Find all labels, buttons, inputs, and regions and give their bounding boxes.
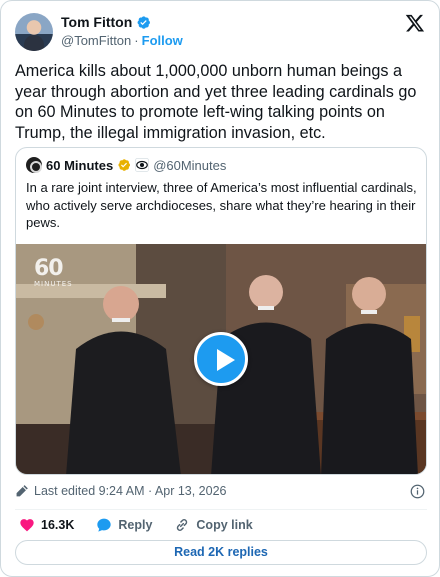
author-handle[interactable]: @TomFitton <box>61 33 131 48</box>
heart-icon <box>20 519 34 532</box>
quoted-handle: @60Minutes <box>153 157 227 173</box>
verified-gold-icon <box>118 159 131 171</box>
separator-dot: · <box>134 33 139 48</box>
pencil-icon <box>16 484 28 496</box>
reply-button[interactable]: Reply <box>96 517 152 533</box>
info-icon[interactable] <box>410 484 425 499</box>
like-count: 16.3K <box>41 518 75 532</box>
author-name[interactable]: Tom Fitton <box>61 14 132 30</box>
quoted-text: In a rare joint interview, three of Amer… <box>26 180 417 230</box>
reply-label: Reply <box>118 518 153 532</box>
copy-link-button[interactable]: Copy link <box>174 517 253 533</box>
tweet-header: Tom Fitton @TomFitton · Follow <box>15 13 427 53</box>
tweet-card: Tom Fitton @TomFitton · Follow America k… <box>0 0 440 577</box>
play-icon[interactable] <box>194 332 248 386</box>
x-logo-icon[interactable] <box>405 13 425 33</box>
edited-timestamp: Last edited 9:24 AM · Apr 13, 2026 <box>15 484 227 498</box>
verified-icon <box>137 15 151 29</box>
quoted-header: 60 Minutes @60Minutes <box>26 157 226 173</box>
watermark-text: MINUTES <box>34 280 73 288</box>
follow-button[interactable]: Follow <box>142 33 183 48</box>
video-thumbnail[interactable]: 60 MINUTES <box>16 244 426 474</box>
author-name-row: Tom Fitton <box>61 14 151 30</box>
copy-link-label: Copy link <box>196 518 253 532</box>
watermark-number: 60 <box>34 256 64 281</box>
divider <box>15 509 427 510</box>
reply-icon <box>97 518 112 532</box>
link-icon <box>177 519 188 531</box>
avatar[interactable] <box>15 13 53 51</box>
edited-label[interactable]: Last edited 9:24 AM · Apr 13, 2026 <box>34 484 227 498</box>
60-minutes-watermark: 60 MINUTES <box>34 256 73 289</box>
action-bar: 16.3K Reply Copy link <box>19 515 275 535</box>
read-replies-button[interactable]: Read 2K replies <box>15 540 427 565</box>
like-button[interactable]: 16.3K <box>19 517 74 533</box>
author-handle-row: @TomFitton · Follow <box>61 33 183 48</box>
quoted-name: 60 Minutes <box>46 157 114 173</box>
quoted-avatar <box>26 157 42 173</box>
quoted-tweet[interactable]: 60 Minutes @60Minutes In a rare joint in… <box>15 147 427 475</box>
tweet-text: America kills about 1,000,000 unborn hum… <box>15 62 417 142</box>
cbs-eye-icon <box>135 158 149 172</box>
